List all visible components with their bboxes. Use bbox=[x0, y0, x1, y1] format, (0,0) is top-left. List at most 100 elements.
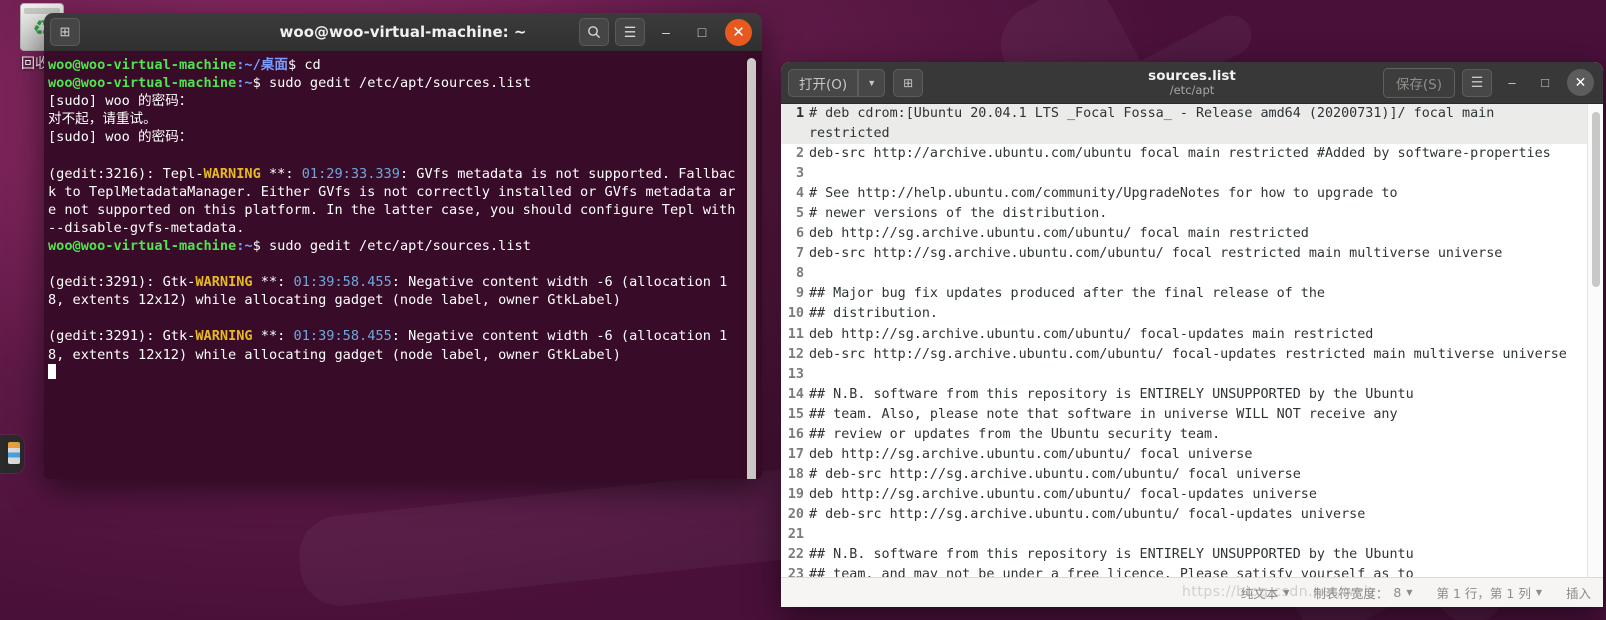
close-glyph: ✕ bbox=[1574, 74, 1587, 90]
chevron-down-icon: ▼ bbox=[1535, 588, 1542, 597]
minimize-icon[interactable]: ‒ bbox=[1499, 70, 1525, 96]
gedit-scrollbar-thumb[interactable] bbox=[1592, 112, 1600, 287]
close-icon[interactable]: ✕ bbox=[1567, 69, 1594, 96]
open-button[interactable]: 打开(O) bbox=[788, 68, 859, 97]
line-number: 22 bbox=[787, 547, 804, 563]
minimize-glyph: ‒ bbox=[662, 24, 670, 40]
line-number: 3 bbox=[795, 166, 804, 182]
line-number: 19 bbox=[787, 486, 804, 502]
line-number: 11 bbox=[787, 326, 804, 342]
line-number: 18 bbox=[787, 466, 804, 482]
new-tab-glyph: ⊞ bbox=[903, 75, 914, 90]
line-number: 23 bbox=[787, 567, 804, 577]
menu-glyph: ☰ bbox=[623, 23, 637, 40]
maximize-glyph: □ bbox=[1541, 75, 1549, 90]
code-line[interactable]: 18 # deb-src http://sg.archive.ubuntu.com… bbox=[781, 465, 1587, 485]
line-text: deb-src http://archive.ubuntu.com/ubuntu… bbox=[809, 146, 1551, 162]
code-line[interactable]: 3 bbox=[781, 164, 1587, 184]
line-number: 21 bbox=[787, 526, 804, 542]
code-line[interactable]: 7 deb-src http://sg.archive.ubuntu.com/ub… bbox=[781, 244, 1587, 264]
code-line[interactable]: 20 # deb-src http://sg.archive.ubuntu.com… bbox=[781, 505, 1587, 525]
code-line[interactable]: 23 ## team, and may not be under a free l… bbox=[781, 565, 1587, 577]
dock-item-partial[interactable] bbox=[0, 435, 24, 473]
open-button-group[interactable]: 打开(O) ▼ bbox=[788, 68, 886, 97]
line-number: 6 bbox=[795, 226, 804, 242]
terminal-scrollbar[interactable] bbox=[747, 58, 756, 479]
line-number: 8 bbox=[795, 266, 804, 282]
code-line[interactable]: 19 deb http://sg.archive.ubuntu.com/ubunt… bbox=[781, 485, 1587, 505]
line-text: ## team, and may not be under a free lic… bbox=[809, 567, 1414, 577]
maximize-icon[interactable]: □ bbox=[687, 18, 717, 46]
search-glyph bbox=[588, 26, 601, 39]
gedit-document-area[interactable]: 1 # deb cdrom:[Ubuntu 20.04.1 LTS _Focal … bbox=[781, 104, 1603, 577]
status-tab-width-label: 制表符宽度： bbox=[1313, 586, 1389, 601]
status-language-label: 纯文本 bbox=[1240, 586, 1279, 601]
maximize-glyph: □ bbox=[697, 24, 707, 40]
line-text: deb-src http://sg.archive.ubuntu.com/ubu… bbox=[809, 346, 1567, 362]
minimize-glyph: ‒ bbox=[1508, 75, 1516, 90]
close-icon[interactable]: ✕ bbox=[725, 18, 752, 46]
gedit-window-controls: 保存(S) ☰ ‒ □ ✕ bbox=[1382, 67, 1596, 98]
line-number: 20 bbox=[787, 506, 804, 522]
new-tab-icon[interactable]: ⊞ bbox=[50, 18, 80, 46]
terminal-titlebar[interactable]: ⊞ woo@woo-virtual-machine: ~ ☰ ‒ □ ✕ bbox=[44, 13, 762, 52]
terminal-output: woo@woo-virtual-machine:~/桌面$ cd woo@woo… bbox=[48, 56, 762, 382]
line-text: deb http://sg.archive.ubuntu.com/ubuntu/… bbox=[809, 446, 1253, 462]
dock-app-icon bbox=[8, 442, 20, 464]
gedit-titlebar[interactable]: 打开(O) ▼ ⊞ sources.list /etc/apt 保存(S) ☰ … bbox=[781, 62, 1603, 104]
save-button[interactable]: 保存(S) bbox=[1382, 67, 1455, 98]
new-tab-icon[interactable]: ⊞ bbox=[893, 68, 924, 97]
code-line[interactable]: 14 ## N.B. software from this repository … bbox=[781, 385, 1587, 405]
code-line[interactable]: 4 # See http://help.ubuntu.com/community/… bbox=[781, 184, 1587, 204]
line-text: # deb-src http://sg.archive.ubuntu.com/u… bbox=[809, 506, 1366, 522]
hamburger-menu-icon[interactable]: ☰ bbox=[615, 18, 645, 46]
code-line[interactable]: 22 ## N.B. software from this repository … bbox=[781, 545, 1587, 565]
line-text: ## Major bug fix updates produced after … bbox=[809, 286, 1325, 302]
code-line[interactable]: 5 # newer versions of the distribution. bbox=[781, 204, 1587, 224]
line-number: 15 bbox=[787, 406, 804, 422]
line-number: 4 bbox=[795, 186, 804, 202]
maximize-icon[interactable]: □ bbox=[1532, 70, 1558, 96]
code-line[interactable]: 10 ## distribution. bbox=[781, 304, 1587, 324]
line-text: ## review or updates from the Ubuntu sec… bbox=[809, 426, 1221, 442]
status-tab-width[interactable]: 制表符宽度： 8 ▼ bbox=[1313, 583, 1412, 602]
hamburger-menu-icon[interactable]: ☰ bbox=[1462, 68, 1492, 97]
code-line[interactable]: 11 deb http://sg.archive.ubuntu.com/ubunt… bbox=[781, 325, 1587, 345]
status-language[interactable]: 纯文本 ▼ bbox=[1241, 583, 1290, 602]
line-number: 2 bbox=[795, 146, 804, 162]
code-line[interactable]: 2 deb-src http://archive.ubuntu.com/ubunt… bbox=[781, 144, 1587, 164]
code-line[interactable]: 1 # deb cdrom:[Ubuntu 20.04.1 LTS _Focal … bbox=[781, 104, 1587, 145]
line-text: ## N.B. software from this repository is… bbox=[809, 547, 1414, 563]
status-tab-width-value: 8 bbox=[1393, 585, 1402, 600]
line-number: 12 bbox=[787, 346, 804, 362]
line-number: 7 bbox=[795, 246, 804, 262]
code-line[interactable]: 17 deb http://sg.archive.ubuntu.com/ubunt… bbox=[781, 445, 1587, 465]
line-number: 1 bbox=[795, 106, 804, 121]
line-text: deb-src http://sg.archive.ubuntu.com/ubu… bbox=[809, 246, 1503, 262]
gedit-scrollbar[interactable] bbox=[1587, 104, 1603, 577]
status-insert-mode: 插入 bbox=[1566, 583, 1591, 602]
code-line[interactable]: 15 ## team. Also, please note that softwa… bbox=[781, 405, 1587, 425]
status-insert-label: 插入 bbox=[1565, 586, 1591, 601]
gedit-window: 打开(O) ▼ ⊞ sources.list /etc/apt 保存(S) ☰ … bbox=[781, 62, 1603, 607]
code-line[interactable]: 21 bbox=[781, 525, 1587, 545]
line-number: 10 bbox=[787, 306, 804, 322]
chevron-down-icon[interactable]: ▼ bbox=[858, 68, 886, 97]
line-text: # newer versions of the distribution. bbox=[809, 206, 1108, 222]
code-line[interactable]: 9 ## Major bug fix updates produced after… bbox=[781, 284, 1587, 304]
search-icon[interactable] bbox=[579, 18, 609, 46]
line-number: 14 bbox=[787, 386, 804, 402]
code-line[interactable]: 8 bbox=[781, 264, 1587, 284]
gedit-text-view[interactable]: 1 # deb cdrom:[Ubuntu 20.04.1 LTS _Focal … bbox=[781, 104, 1587, 577]
terminal-body[interactable]: woo@woo-virtual-machine:~/桌面$ cd woo@woo… bbox=[44, 52, 762, 479]
line-text: deb http://sg.archive.ubuntu.com/ubuntu/… bbox=[809, 226, 1309, 242]
code-line[interactable]: 6 deb http://sg.archive.ubuntu.com/ubuntu… bbox=[781, 224, 1587, 244]
minimize-icon[interactable]: ‒ bbox=[651, 18, 681, 46]
status-position-label: 第 1 行，第 1 列 bbox=[1436, 586, 1531, 601]
line-text: ## distribution. bbox=[809, 306, 938, 322]
code-line[interactable]: 12 deb-src http://sg.archive.ubuntu.com/u… bbox=[781, 345, 1587, 365]
code-line[interactable]: 13 bbox=[781, 365, 1587, 385]
code-line[interactable]: 16 ## review or updates from the Ubuntu s… bbox=[781, 425, 1587, 445]
gedit-statusbar: 纯文本 ▼ 制表符宽度： 8 ▼ 第 1 行，第 1 列 ▼ 插入 bbox=[781, 577, 1603, 607]
line-text: # deb cdrom:[Ubuntu 20.04.1 LTS _Focal F… bbox=[809, 106, 1503, 142]
